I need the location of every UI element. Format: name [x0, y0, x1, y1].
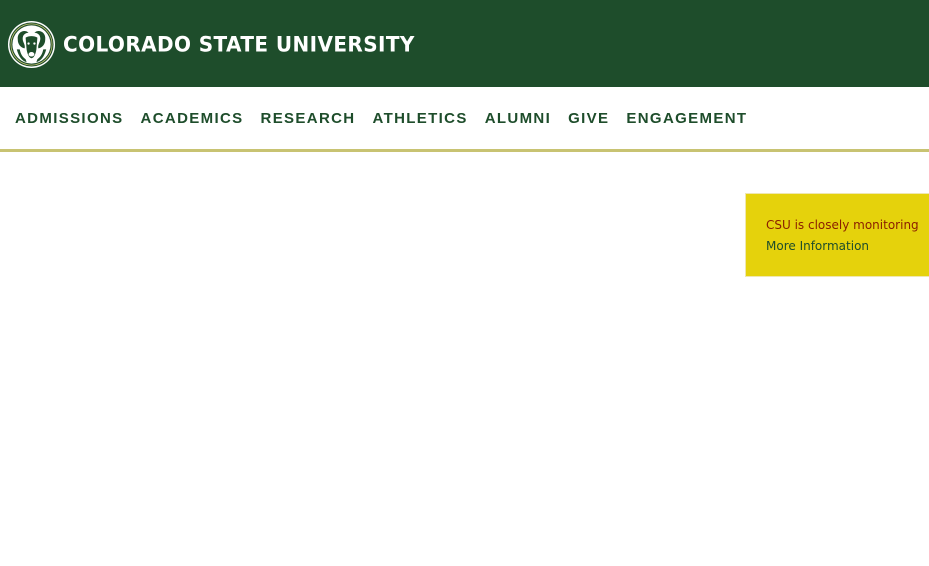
nav-link-admissions[interactable]: ADMISSIONS: [15, 110, 124, 127]
nav-item-give: GIVE: [568, 108, 609, 128]
nav-link-give[interactable]: GIVE: [568, 110, 609, 127]
nav-link-engagement[interactable]: ENGAGEMENT: [626, 110, 747, 127]
nav-link-alumni[interactable]: ALUMNI: [485, 110, 551, 127]
nav-item-engagement: ENGAGEMENT: [626, 108, 747, 128]
nav-link-academics[interactable]: ACADEMICS: [141, 110, 244, 127]
nav-item-athletics: ATHLETICS: [373, 108, 468, 128]
site-title: COLORADO STATE UNIVERSITY: [63, 31, 415, 57]
alert-message: CSU is closely monitoring: [766, 218, 919, 232]
nav-link-athletics[interactable]: ATHLETICS: [373, 110, 468, 127]
nav-link-research[interactable]: RESEARCH: [261, 110, 356, 127]
main-nav: ADMISSIONS ACADEMICS RESEARCH ATHLETICS …: [0, 87, 929, 152]
more-information-link[interactable]: More Information: [766, 239, 869, 253]
nav-list: ADMISSIONS ACADEMICS RESEARCH ATHLETICS …: [15, 108, 764, 128]
csu-ram-logo-icon: [7, 20, 56, 68]
nav-item-alumni: ALUMNI: [485, 108, 551, 128]
nav-item-academics: ACADEMICS: [141, 108, 244, 128]
nav-item-research: RESEARCH: [261, 108, 356, 128]
alert-banner: CSU is closely monitoring More Informati…: [745, 193, 929, 277]
home-logo-link[interactable]: COLORADO STATE UNIVERSITY: [7, 19, 415, 69]
nav-item-admissions: ADMISSIONS: [15, 108, 124, 128]
masthead: COLORADO STATE UNIVERSITY: [0, 0, 929, 87]
